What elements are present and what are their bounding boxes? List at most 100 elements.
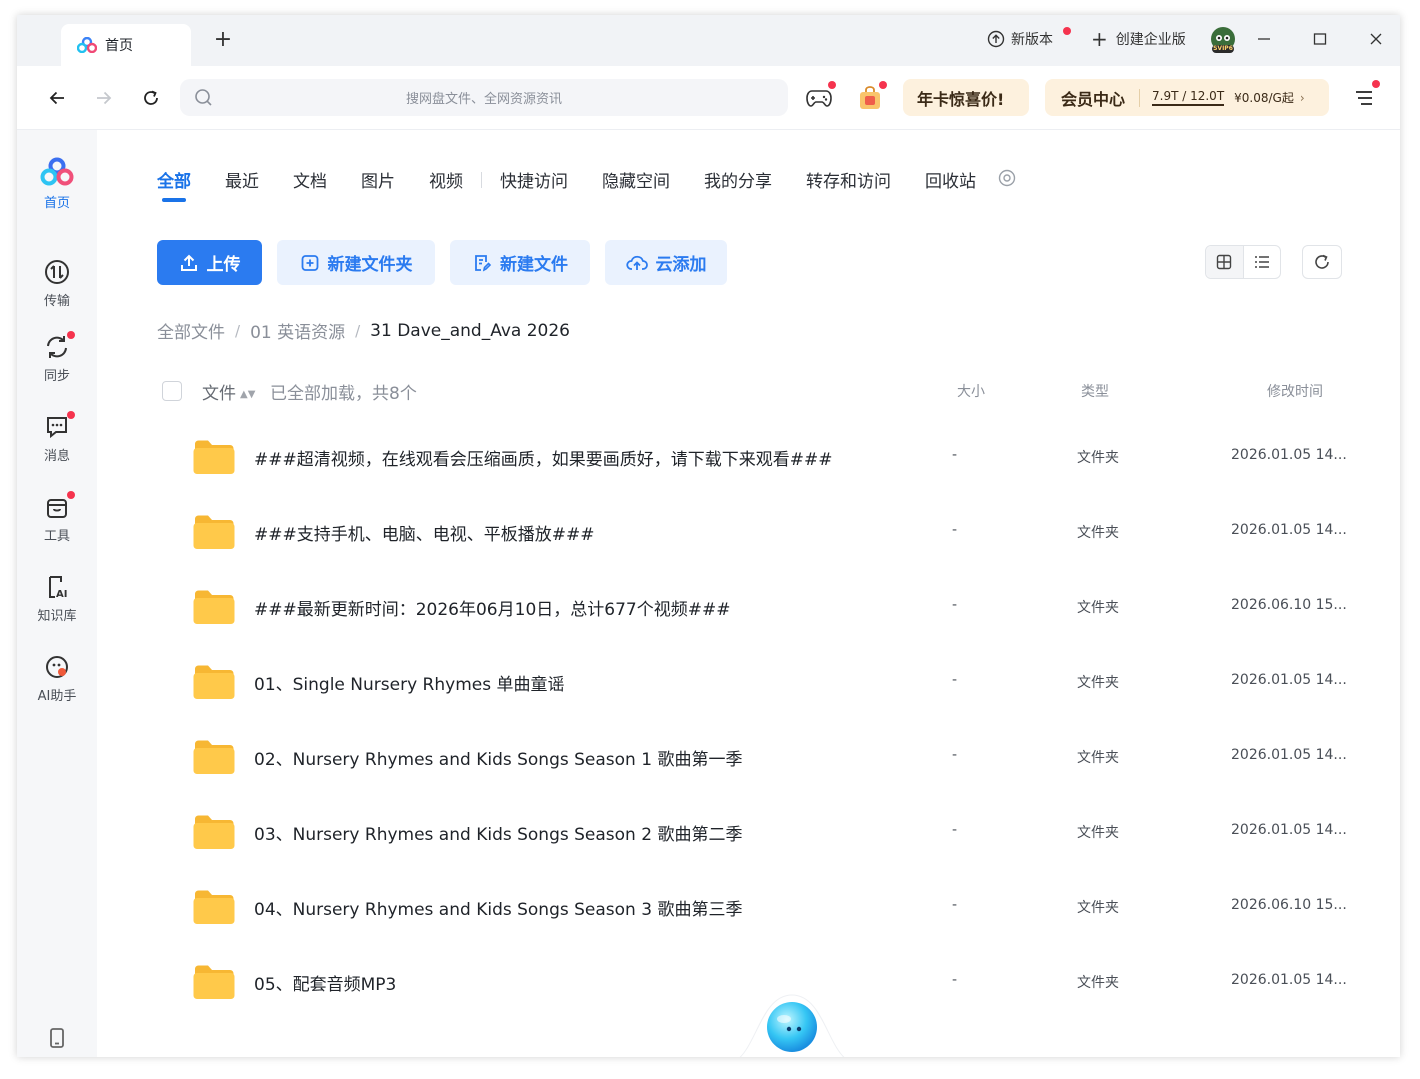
annual-card-promo[interactable]: 年卡惊喜价! [903, 79, 1029, 116]
search-input[interactable]: 搜网盘文件、全网资源资讯 [180, 79, 788, 116]
tab-my-shares[interactable]: 我的分享 [704, 167, 772, 192]
mobile-device-button[interactable] [48, 1027, 66, 1049]
column-name-sort[interactable]: 文件 ▲▼ [202, 379, 255, 404]
file-row[interactable]: ###支持手机、电脑、电视、平板播放### - 文件夹 2026.01.05 14..… [157, 497, 1347, 572]
tab-documents[interactable]: 文档 [293, 167, 327, 192]
list-view-button[interactable] [1244, 246, 1281, 278]
new-version-button[interactable]: 新版本 [987, 27, 1071, 49]
tab-label: 首页 [105, 38, 133, 54]
sidebar-item-sync[interactable]: 同步 [17, 331, 97, 384]
file-list-header: 文件 ▲▼ 已全部加载，共8个 大小 类型 修改时间 [157, 378, 1347, 404]
forward-button[interactable] [90, 84, 118, 112]
cloud-add-button[interactable]: 云添加 [605, 240, 727, 285]
vip-center-button[interactable]: 会员中心 7.9T / 12.0T ¥0.08/G起 › [1045, 79, 1329, 116]
file-row[interactable]: 04、Nursery Rhymes and Kids Songs Season … [157, 872, 1347, 947]
new-folder-button[interactable]: 新建文件夹 [277, 240, 435, 285]
message-icon [47, 417, 67, 439]
file-row[interactable]: 03、Nursery Rhymes and Kids Songs Season … [157, 797, 1347, 872]
search-placeholder: 搜网盘文件、全网资源资讯 [405, 92, 562, 107]
column-modified-time[interactable]: 修改时间 [1267, 381, 1323, 401]
file-size: - [952, 972, 958, 988]
gamepad-icon [806, 90, 832, 107]
minimize-icon [1258, 38, 1270, 40]
messages-badge [67, 411, 75, 419]
app-window: 首页 + 新版本 + 创建企业版 SVIP6 搜网盘文件、全网资源资讯 年卡惊喜… [17, 15, 1400, 1057]
tab-images[interactable]: 图片 [361, 167, 395, 192]
tab-home[interactable]: 首页 [61, 24, 191, 66]
file-row[interactable]: ###超清视频，在线观看会压缩画质，如果要画质好，请下载下来观看### - 文件夹 2… [157, 422, 1347, 497]
select-all-checkbox[interactable] [162, 381, 182, 401]
main-content: 全部 最近 文档 图片 视频 快捷访问 隐藏空间 我的分享 转存和访问 回收站 … [97, 130, 1400, 1057]
file-row[interactable]: 02、Nursery Rhymes and Kids Songs Season … [157, 722, 1347, 797]
file-row[interactable]: ###最新更新时间：2026年06月10日，总计677个视频### - 文件夹 202… [157, 572, 1347, 647]
sidebar-item-tools[interactable]: 工具 [17, 491, 97, 544]
nav-bar: 搜网盘文件、全网资源资讯 年卡惊喜价! 会员中心 7.9T / 12.0T ¥0… [17, 66, 1400, 130]
file-name[interactable]: ###支持手机、电脑、电视、平板播放### [254, 520, 594, 545]
sync-icon [47, 336, 67, 358]
sidebar-item-ai-assistant[interactable]: AI助手 [17, 653, 97, 704]
sidebar-item-home[interactable]: 首页 [17, 156, 97, 211]
plus-icon: + [1091, 27, 1108, 51]
gift-bag-icon [860, 86, 880, 109]
new-file-label: 新建文件 [500, 255, 568, 275]
tab-transfers-visits[interactable]: 转存和访问 [806, 167, 891, 192]
file-size: - [952, 822, 958, 838]
file-modified-time: 2026.01.05 14... [1231, 747, 1347, 763]
chevron-right-icon: › [1299, 90, 1305, 105]
file-name[interactable]: ###最新更新时间：2026年06月10日，总计677个视频### [254, 595, 730, 620]
file-name[interactable]: ###超清视频，在线观看会压缩画质，如果要画质好，请下载下来观看### [254, 445, 832, 470]
create-enterprise-button[interactable]: + 创建企业版 [1091, 29, 1186, 49]
sidebar-label-ai-assistant: AI助手 [37, 689, 77, 704]
upload-button[interactable]: 上传 [157, 240, 262, 285]
file-name[interactable]: 04、Nursery Rhymes and Kids Songs Season … [254, 895, 742, 920]
refresh-list-button[interactable] [1302, 245, 1342, 279]
sidebar-item-knowledge[interactable]: AI 知识库 [17, 573, 97, 624]
tab-recycle-bin[interactable]: 回收站 [925, 167, 976, 192]
cloud-upload-icon [625, 255, 648, 270]
menu-button[interactable] [1350, 80, 1380, 112]
reload-button[interactable] [137, 84, 165, 112]
new-tab-button[interactable]: + [211, 28, 235, 52]
close-button[interactable] [1364, 27, 1388, 51]
sidebar-label-transfer: 传输 [43, 294, 70, 309]
file-type: 文件夹 [1077, 975, 1119, 991]
gift-button[interactable] [855, 81, 887, 112]
tab-hidden-space[interactable]: 隐藏空间 [602, 167, 670, 192]
file-type: 文件夹 [1077, 825, 1119, 841]
file-name[interactable]: 02、Nursery Rhymes and Kids Songs Season … [254, 745, 742, 770]
category-tabs: 全部 最近 文档 图片 视频 快捷访问 隐藏空间 我的分享 转存和访问 回收站 [157, 167, 1016, 202]
avatar-badge: SVIP6 [1213, 45, 1233, 52]
file-size: - [952, 897, 958, 913]
file-size: - [952, 597, 958, 613]
sidebar-item-messages[interactable]: 消息 [17, 411, 97, 464]
tab-settings[interactable] [998, 169, 1016, 191]
breadcrumb-item-root[interactable]: 全部文件 [157, 318, 225, 343]
minimize-button[interactable] [1252, 27, 1276, 51]
tab-recent[interactable]: 最近 [225, 167, 259, 192]
upload-label: 上传 [206, 255, 241, 275]
tab-all[interactable]: 全部 [157, 167, 191, 202]
annual-card-label: 年卡惊喜价! [917, 89, 1005, 109]
new-version-label: 新版本 [1011, 32, 1053, 48]
tab-quick-access[interactable]: 快捷访问 [500, 167, 568, 192]
column-size[interactable]: 大小 [957, 381, 985, 401]
tab-videos[interactable]: 视频 [429, 167, 463, 192]
game-button[interactable] [804, 81, 836, 112]
column-type[interactable]: 类型 [1081, 381, 1109, 401]
ai-assistant-bubble[interactable] [737, 985, 847, 1057]
file-name[interactable]: 05、配套音频MP3 [254, 970, 396, 995]
title-bar: 首页 + 新版本 + 创建企业版 SVIP6 [17, 15, 1400, 66]
maximize-button[interactable] [1308, 27, 1332, 51]
file-name[interactable]: 03、Nursery Rhymes and Kids Songs Season … [254, 820, 742, 845]
back-button[interactable] [43, 84, 71, 112]
file-modified-time: 2026.06.10 15... [1231, 897, 1347, 913]
sort-arrows-icon: ▲▼ [240, 388, 256, 400]
breadcrumb-item-english[interactable]: 01 英语资源 [250, 318, 345, 343]
avatar[interactable]: SVIP6 [1209, 26, 1237, 54]
file-row[interactable]: 01、Single Nursery Rhymes 单曲童谣 - 文件夹 2026.01… [157, 647, 1347, 722]
grid-view-button[interactable] [1206, 246, 1244, 278]
new-file-button[interactable]: 新建文件 [450, 240, 590, 285]
folder-plus-icon [301, 254, 318, 271]
sidebar-item-transfer[interactable]: 传输 [17, 258, 97, 309]
file-name[interactable]: 01、Single Nursery Rhymes 单曲童谣 [254, 670, 564, 695]
